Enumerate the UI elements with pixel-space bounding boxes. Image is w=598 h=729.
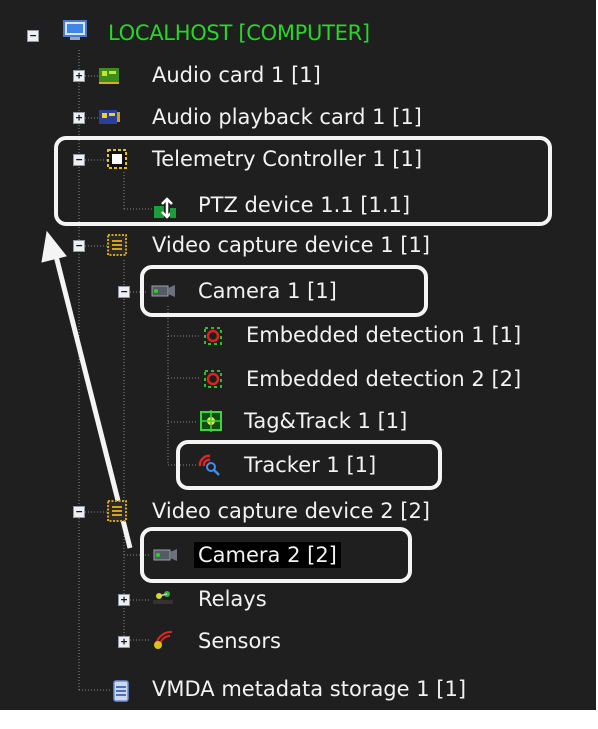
camera-icon [153, 549, 177, 561]
detection-icon [204, 327, 222, 345]
video-capture-icon [107, 500, 127, 522]
tree-item-vmda-storage[interactable]: VMDA metadata storage 1 [1] [152, 676, 466, 702]
expand-toggle-relays[interactable]: + [118, 594, 130, 606]
tree-item-sensors[interactable]: Sensors [198, 628, 281, 654]
detection-icon [204, 370, 222, 388]
tree-item-video-capture-1[interactable]: Video capture device 1 [1] [152, 232, 430, 258]
tree-item-video-capture-2[interactable]: Video capture device 2 [2] [152, 498, 430, 524]
tree-item-embedded-detection-2[interactable]: Embedded detection 2 [2] [246, 366, 521, 392]
expand-toggle-root[interactable]: − [27, 30, 39, 42]
expand-toggle-audio-card[interactable]: + [73, 70, 85, 82]
tree-item-ptz-device[interactable]: PTZ device 1.1 [1.1] [198, 192, 410, 218]
expand-toggle-telemetry[interactable]: − [73, 154, 85, 166]
audio-card-icon [99, 68, 119, 84]
tree-item-embedded-detection-1[interactable]: Embedded detection 1 [1] [246, 322, 521, 348]
tagtrack-icon [200, 410, 222, 432]
tree-item-camera-1[interactable]: Camera 1 [1] [198, 278, 337, 304]
tree-item-relays[interactable]: Relays [198, 586, 267, 612]
expand-toggle-camera-1[interactable]: − [118, 286, 130, 298]
camera-icon [151, 285, 175, 297]
tree-item-tagtrack[interactable]: Tag&Track 1 [1] [244, 408, 407, 434]
audio-playback-card-icon [99, 110, 120, 124]
computer-icon [63, 20, 87, 40]
tree-item-tracker[interactable]: Tracker 1 [1] [244, 452, 376, 478]
sensor-icon [154, 630, 173, 649]
relay-icon [153, 591, 173, 604]
tracker-icon [198, 454, 220, 476]
tree-item-localhost[interactable]: LOCALHOST [COMPUTER] [108, 20, 370, 46]
tree-item-audio-playback[interactable]: Audio playback card 1 [1] [152, 104, 422, 130]
ptz-device-icon [154, 197, 176, 219]
video-capture-icon [107, 234, 127, 256]
expand-toggle-video-capture-1[interactable]: − [73, 240, 85, 252]
object-tree-panel: − LOCALHOST [COMPUTER] + Audio card 1 [1… [0, 0, 596, 710]
expand-toggle-audio-playback[interactable]: + [73, 112, 85, 124]
expand-toggle-sensors[interactable]: + [118, 636, 130, 648]
tree-item-telemetry-controller[interactable]: Telemetry Controller 1 [1] [152, 146, 422, 172]
tree-item-audio-card[interactable]: Audio card 1 [1] [152, 62, 321, 88]
telemetry-controller-icon [107, 149, 127, 169]
storage-icon [113, 680, 129, 702]
expand-toggle-video-capture-2[interactable]: − [73, 506, 85, 518]
tree-item-camera-2[interactable]: Camera 2 [2] [194, 542, 341, 568]
